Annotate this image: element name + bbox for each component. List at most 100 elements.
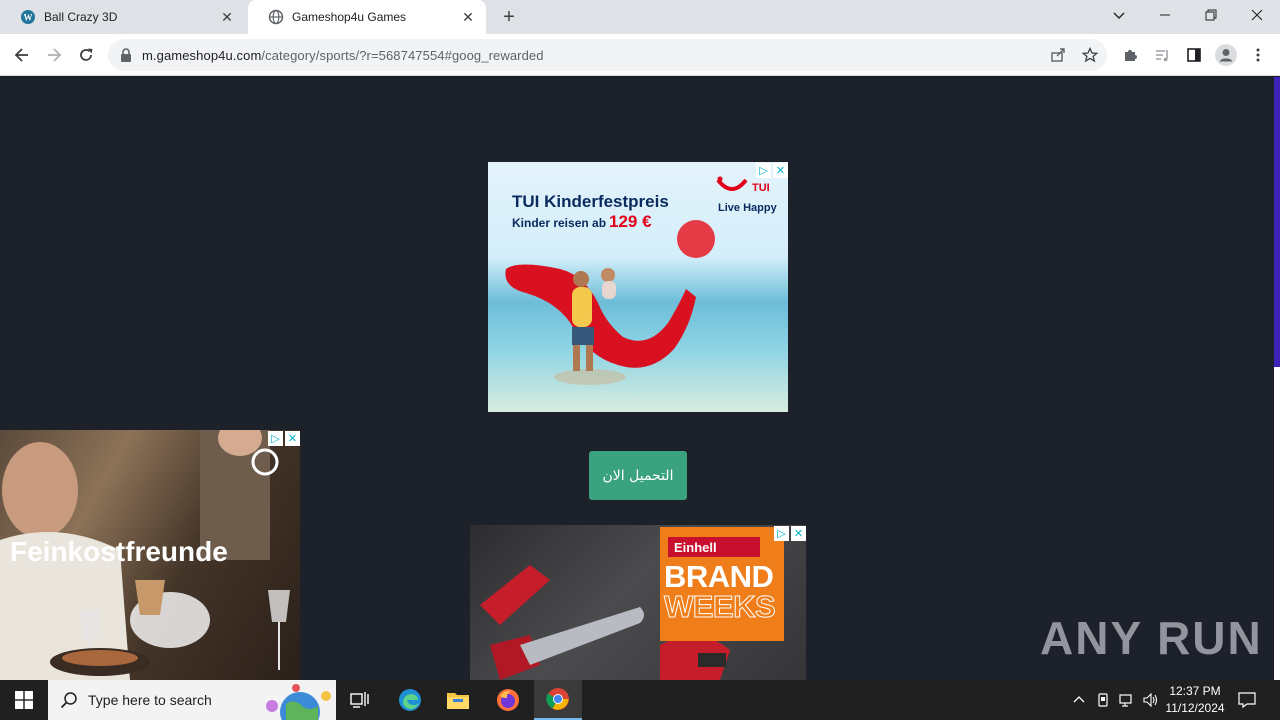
- firefox-taskbar-button[interactable]: [484, 680, 532, 720]
- feinkost-advertisement[interactable]: Feinkostfreunde: [0, 430, 300, 680]
- profile-button[interactable]: [1214, 43, 1238, 67]
- wordpress-icon: W: [21, 10, 35, 24]
- globe-icon: [268, 9, 284, 25]
- tab-gameshop4u[interactable]: Gameshop4u Games ✕: [248, 0, 486, 34]
- ad-subtitle: Kinder reisen ab: [512, 216, 607, 230]
- scrollbar-accent: [1274, 77, 1280, 367]
- network-tray-button[interactable]: [1116, 680, 1138, 720]
- scrollbar-track[interactable]: [1274, 367, 1280, 680]
- share-button[interactable]: [1046, 43, 1070, 67]
- start-button[interactable]: [0, 680, 48, 720]
- ad-choices[interactable]: ▷ ✕: [774, 526, 806, 541]
- minimize-icon: [1160, 14, 1170, 16]
- url-text: m.gameshop4u.com/category/sports/?r=5687…: [142, 48, 544, 63]
- tab-strip: W Ball Crazy 3D ✕ Gameshop4u Games ✕ +: [0, 0, 1280, 34]
- browser-toolbar: m.gameshop4u.com/category/sports/?r=5687…: [0, 34, 1280, 76]
- chevron-up-icon: [1073, 696, 1085, 703]
- tui-advertisement[interactable]: TUI Kinderfestpreis Kinder reisen ab 129…: [488, 162, 788, 412]
- download-now-button[interactable]: التحميل الان: [589, 451, 687, 500]
- anyrun-watermark: ANY RUN: [1040, 612, 1263, 664]
- adchoices-icon[interactable]: ▷: [268, 431, 283, 446]
- search-placeholder: Type here to search: [88, 692, 212, 708]
- search-icon: [60, 692, 77, 709]
- einhell-advertisement[interactable]: Einhell BRAND WEEKS: [470, 525, 806, 680]
- chevron-down-icon: [1113, 12, 1125, 19]
- side-panel-button[interactable]: [1182, 43, 1206, 67]
- back-button[interactable]: [10, 43, 34, 67]
- windows-taskbar: Type here to search 12:37 PM 11/12/2024: [0, 680, 1280, 720]
- address-bar[interactable]: m.gameshop4u.com/category/sports/?r=5687…: [108, 39, 1107, 71]
- minimize-button[interactable]: [1142, 0, 1188, 30]
- volume-tray-button[interactable]: [1140, 680, 1162, 720]
- close-icon: [1251, 9, 1263, 21]
- url-domain: m.gameshop4u.com: [142, 47, 262, 63]
- tab-title: Gameshop4u Games: [292, 10, 407, 24]
- firefox-icon: [497, 689, 519, 711]
- file-explorer-button[interactable]: [434, 680, 482, 720]
- network-icon: [1119, 694, 1132, 707]
- clock-time: 12:37 PM: [1169, 684, 1221, 698]
- puzzle-icon: [1125, 50, 1137, 61]
- tab-ball-crazy[interactable]: W Ball Crazy 3D ✕: [0, 0, 245, 34]
- forward-button[interactable]: [42, 43, 66, 67]
- restore-button[interactable]: [1188, 0, 1234, 30]
- system-clock[interactable]: 12:37 PM 11/12/2024: [1160, 683, 1230, 717]
- tui-smile-graphic: [505, 264, 696, 385]
- close-icon[interactable]: ✕: [460, 9, 476, 25]
- red-ball-graphic: [677, 220, 715, 258]
- ad-slogan: Live Happy: [718, 202, 777, 214]
- star-icon: [1082, 47, 1098, 63]
- device-tray-button[interactable]: [1092, 680, 1114, 720]
- music-queue-icon: [1156, 50, 1168, 62]
- ad-choices[interactable]: ▷ ✕: [268, 431, 300, 446]
- close-icon[interactable]: ✕: [773, 163, 788, 178]
- reload-button[interactable]: [74, 43, 98, 67]
- ad-choices[interactable]: ▷ ✕: [756, 163, 788, 178]
- ad-brand: TUI: [752, 182, 770, 194]
- clock-date: 11/12/2024: [1165, 701, 1225, 715]
- side-panel-icon: [1187, 48, 1201, 62]
- new-tab-button[interactable]: +: [498, 6, 520, 28]
- edge-taskbar-button[interactable]: [386, 680, 434, 720]
- einhell-logo: Einhell: [668, 537, 760, 557]
- url-path: /category/sports/?r=568747554#goog_rewar…: [261, 47, 544, 63]
- windows-logo-icon: [15, 691, 33, 709]
- extensions-button[interactable]: [1118, 43, 1142, 67]
- web-page: TUI Kinderfestpreis Kinder reisen ab 129…: [0, 77, 1280, 680]
- arrow-left-icon: [14, 48, 28, 62]
- speaker-icon: [1143, 693, 1158, 707]
- arrow-right-icon: [48, 48, 62, 62]
- menu-button[interactable]: [1246, 43, 1270, 67]
- ad-price: 129 €: [609, 212, 652, 231]
- notification-icon: [1238, 692, 1256, 708]
- taskbar-search[interactable]: Type here to search: [48, 680, 336, 720]
- adchoices-icon[interactable]: ▷: [756, 163, 771, 178]
- svg-text:W: W: [24, 13, 33, 23]
- ad-headline: TUI Kinderfestpreis: [512, 192, 669, 211]
- share-icon: [1051, 48, 1065, 62]
- avatar-icon: [1215, 44, 1237, 66]
- reload-icon: [80, 48, 93, 61]
- lock-icon: [121, 48, 131, 62]
- search-highlight-icon: [266, 684, 331, 720]
- folder-icon: [447, 693, 469, 709]
- chrome-icon: [546, 688, 569, 710]
- device-icon: [1098, 693, 1108, 707]
- close-window-button[interactable]: [1234, 0, 1280, 30]
- show-hidden-icons-button[interactable]: [1068, 680, 1090, 720]
- media-button[interactable]: [1150, 43, 1174, 67]
- notifications-button[interactable]: [1234, 680, 1260, 720]
- tui-logo-icon: [716, 176, 748, 191]
- tab-search-button[interactable]: [1096, 0, 1142, 30]
- task-view-button[interactable]: [336, 680, 384, 720]
- adchoices-icon[interactable]: ▷: [774, 526, 789, 541]
- bookmark-button[interactable]: [1078, 43, 1102, 67]
- restore-icon: [1205, 9, 1217, 21]
- close-icon[interactable]: ✕: [219, 9, 235, 25]
- tab-title: Ball Crazy 3D: [44, 10, 118, 24]
- ad-headline: Feinkostfreunde: [10, 536, 228, 567]
- close-icon[interactable]: ✕: [791, 526, 806, 541]
- chrome-taskbar-button[interactable]: [534, 680, 582, 720]
- close-icon[interactable]: ✕: [285, 431, 300, 446]
- kebab-menu-icon: [1256, 48, 1260, 62]
